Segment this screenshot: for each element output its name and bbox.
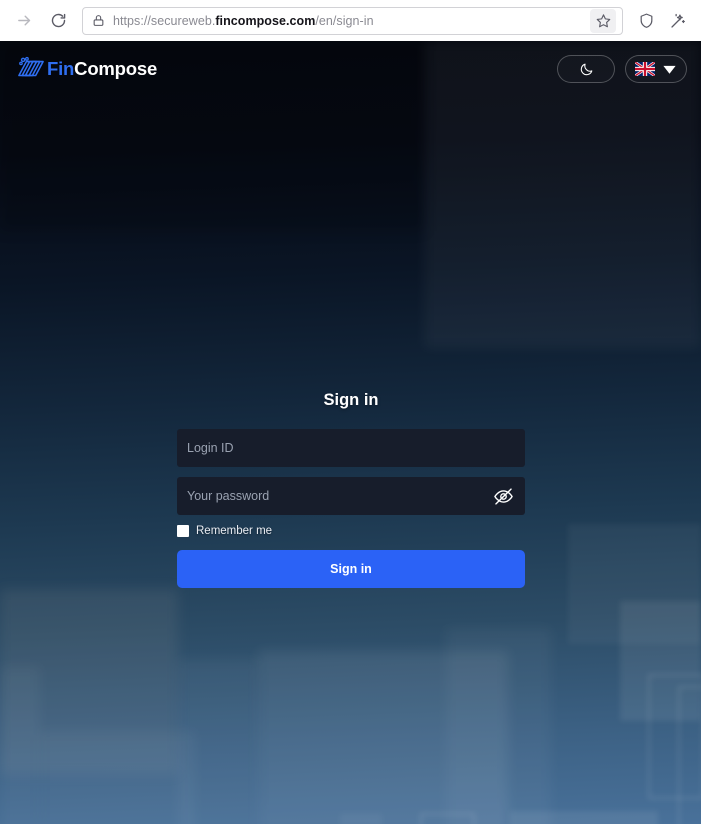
- site-header: FinCompose: [0, 41, 701, 97]
- decor-rect-bottom-mid: [510, 811, 658, 824]
- extension-button[interactable]: [663, 6, 693, 36]
- forward-button[interactable]: [8, 5, 40, 37]
- lock-icon: [93, 15, 104, 26]
- remember-me-label: Remember me: [196, 525, 273, 537]
- stacked-layers-icon: [18, 56, 44, 77]
- moon-icon: [580, 63, 592, 75]
- shield-icon: [640, 13, 652, 28]
- remember-me-checkbox[interactable]: [177, 525, 189, 537]
- decor-rect-center-lower: [178, 659, 258, 824]
- brand-name-first: Fin: [47, 58, 75, 79]
- reload-button[interactable]: [42, 5, 74, 37]
- decor-rect-right-tall: [568, 524, 701, 644]
- login-id-input[interactable]: [187, 441, 515, 455]
- remember-me-row[interactable]: Remember me: [177, 525, 525, 537]
- password-field[interactable]: [177, 477, 525, 515]
- password-input[interactable]: [187, 489, 491, 503]
- reload-icon: [51, 13, 65, 28]
- brand-logo[interactable]: FinCompose: [18, 56, 157, 82]
- decor-rect-mid-right: [446, 628, 551, 824]
- wand-sparkle-icon: [671, 13, 685, 28]
- decor-outline-bottom-mid: [420, 813, 475, 824]
- tracking-protection-button[interactable]: [631, 6, 661, 36]
- url-text: https://secureweb.fincompose.com/en/sign…: [113, 14, 582, 28]
- address-bar[interactable]: https://secureweb.fincompose.com/en/sign…: [82, 6, 623, 35]
- uk-flag-icon: [635, 62, 655, 76]
- url-domain: fincompose.com: [215, 13, 316, 28]
- sign-in-button[interactable]: Sign in: [177, 550, 525, 588]
- chevron-down-icon: [663, 65, 676, 74]
- url-suffix: /en/sign-in: [315, 13, 374, 28]
- decor-outline-right-lower: [678, 686, 701, 824]
- decor-rect-right-band: [620, 601, 701, 721]
- star-icon: [596, 14, 610, 28]
- language-selector[interactable]: [625, 55, 687, 83]
- bookmark-button[interactable]: [590, 8, 616, 33]
- page-title: Sign in: [323, 391, 379, 409]
- decor-outline-right-upper: [648, 674, 701, 799]
- theme-toggle-button[interactable]: [557, 55, 615, 83]
- decor-rect-left-lower: [0, 666, 40, 824]
- brand-name: FinCompose: [47, 58, 157, 80]
- sign-in-page: FinCompose Sign in Login ID Remember me …: [0, 41, 701, 824]
- decor-rect-left-column: [40, 731, 195, 824]
- eye-off-icon: [493, 487, 513, 505]
- browser-toolbar: https://secureweb.fincompose.com/en/sign…: [0, 0, 701, 41]
- url-prefix: https://secureweb.: [113, 13, 216, 28]
- decor-rect-bottom-left: [340, 813, 382, 824]
- brand-name-second: Compose: [74, 58, 158, 79]
- password-visibility-toggle[interactable]: [491, 484, 515, 508]
- header-controls: [557, 55, 687, 83]
- login-id-field[interactable]: [177, 429, 525, 467]
- sign-in-form: Sign in Remember me Sign in: [177, 391, 525, 588]
- decor-rect-left-warm: [0, 589, 178, 774]
- arrow-right-icon: [17, 15, 30, 26]
- decor-rect-mid-block: [258, 651, 508, 824]
